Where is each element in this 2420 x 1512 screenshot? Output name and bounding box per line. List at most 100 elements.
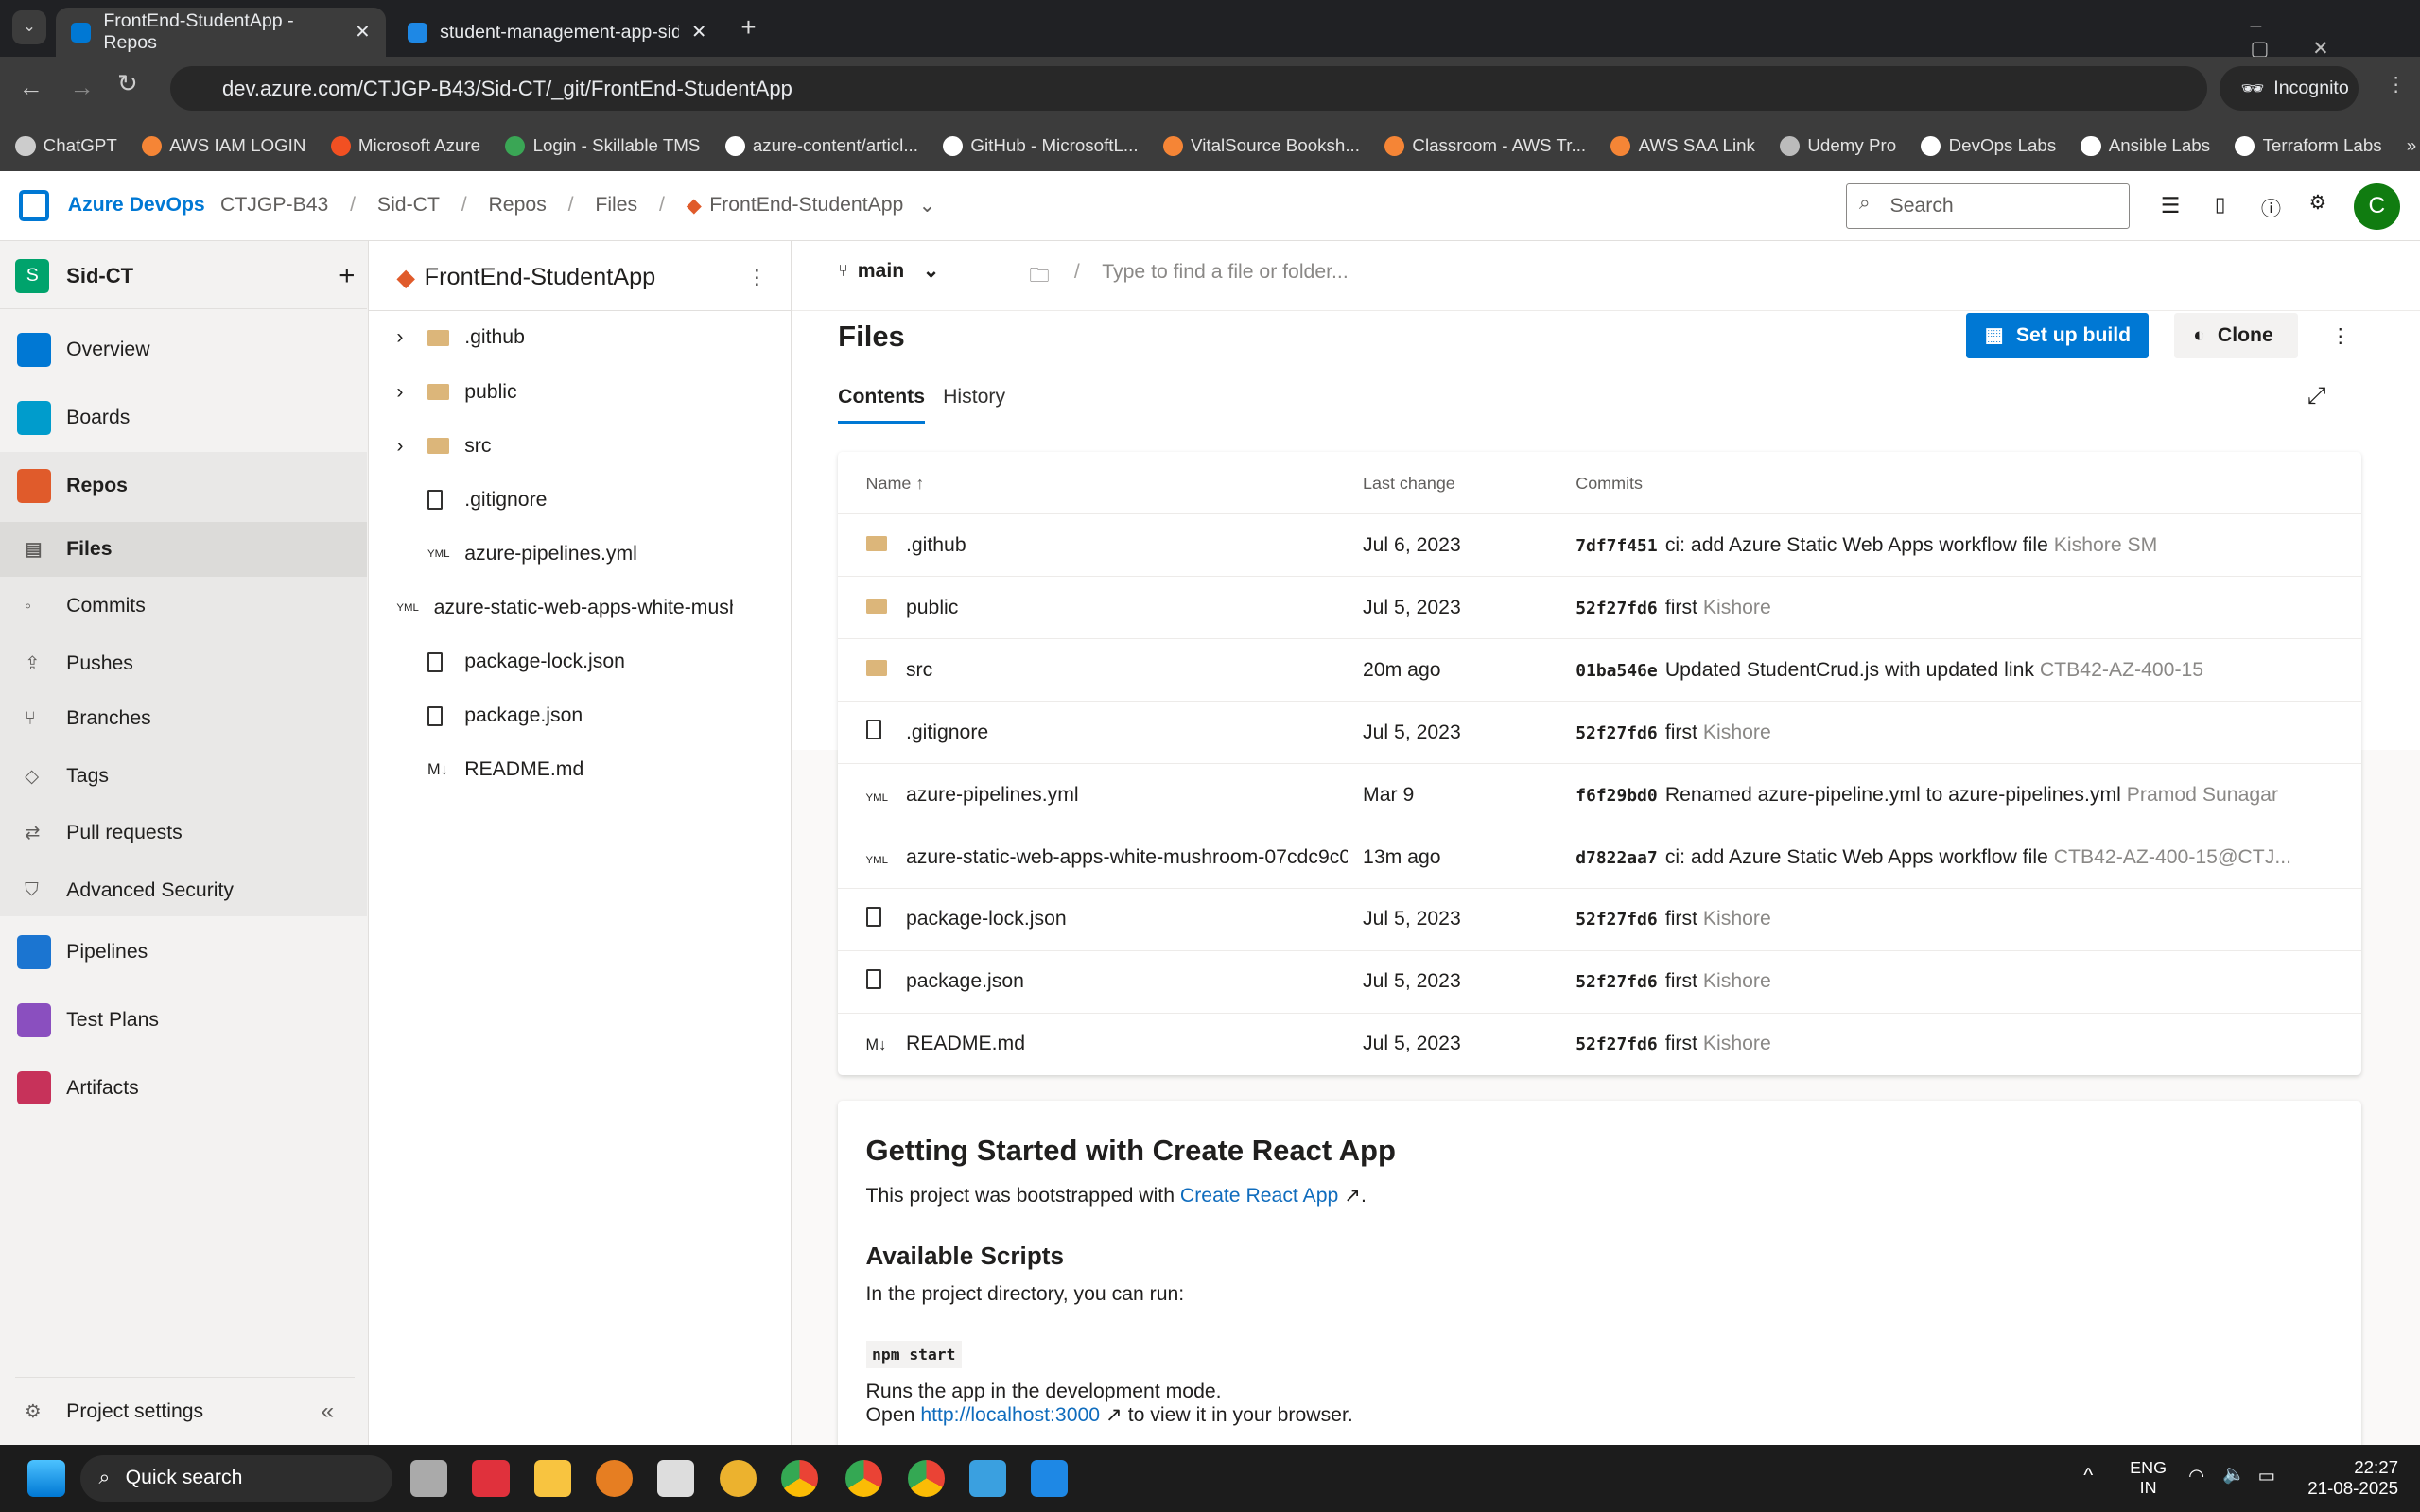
app-icon[interactable] bbox=[1031, 1459, 1069, 1498]
commit-hash-link[interactable]: 52f27fd6 bbox=[1576, 972, 1657, 992]
bookmark-item[interactable]: Udemy Pro bbox=[1780, 135, 1896, 156]
notepad-icon[interactable] bbox=[968, 1459, 1007, 1498]
table-row[interactable]: M↓ README.md Jul 5, 2023 52f27fd6 first K… bbox=[838, 1012, 2361, 1075]
chevron-right-icon[interactable]: › bbox=[396, 381, 427, 404]
chrome-icon[interactable] bbox=[845, 1459, 883, 1498]
commit-hash-link[interactable]: 52f27fd6 bbox=[1576, 599, 1657, 618]
table-row[interactable]: package.json Jul 5, 2023 52f27fd6 first K… bbox=[838, 949, 2361, 1013]
slack-icon[interactable] bbox=[719, 1459, 757, 1498]
browser-tab[interactable]: student-management-app-sidh ✕ bbox=[392, 8, 723, 57]
clone-button[interactable]: ◐ Clone bbox=[2174, 313, 2299, 358]
set-up-build-button[interactable]: ▦ Set up build bbox=[1966, 313, 2149, 358]
bookmark-item[interactable]: Login - Skillable TMS bbox=[505, 135, 700, 156]
nav-item-pushes[interactable]: ⇪ Pushes bbox=[0, 635, 367, 691]
app-icon[interactable] bbox=[595, 1459, 634, 1498]
search-input[interactable]: ⌕ Search bbox=[1845, 183, 2131, 229]
file-explorer-icon[interactable] bbox=[533, 1459, 571, 1498]
bookmark-item[interactable]: Microsoft Azure bbox=[330, 135, 480, 156]
file-name-link[interactable]: package-lock.json bbox=[906, 908, 1348, 930]
commit-hash-link[interactable]: d7822aa7 bbox=[1576, 848, 1657, 868]
collapse-nav-icon[interactable]: « bbox=[321, 1399, 334, 1425]
snipping-tool-icon[interactable] bbox=[657, 1459, 695, 1498]
more-bookmarks-icon[interactable]: » bbox=[2407, 135, 2416, 156]
marketplace-icon[interactable]: ▯ bbox=[2215, 193, 2226, 217]
nav-item-boards[interactable]: Boards bbox=[0, 391, 367, 446]
nav-item-commits[interactable]: ◦ Commits bbox=[0, 579, 367, 634]
nav-item-branches[interactable]: ⑂ Branches bbox=[0, 691, 367, 747]
create-react-app-link[interactable]: Create React App bbox=[1180, 1185, 1338, 1207]
file-name-link[interactable]: azure-pipelines.yml bbox=[906, 784, 1348, 807]
project-settings-link[interactable]: ⚙ Project settings « bbox=[0, 1384, 367, 1440]
nav-item-files[interactable]: ▤ Files bbox=[0, 521, 368, 578]
chevron-down-icon[interactable]: ⌄ bbox=[919, 194, 936, 217]
bookmark-item[interactable]: DevOps Labs bbox=[1921, 135, 2056, 156]
commit-hash-link[interactable]: 52f27fd6 bbox=[1576, 723, 1657, 743]
breadcrumb-org[interactable]: CTJGP-B43 bbox=[220, 194, 328, 217]
bookmark-item[interactable]: azure-content/articl... bbox=[724, 135, 918, 156]
nav-item-advanced-security[interactable]: ⛉ Advanced Security bbox=[0, 862, 367, 918]
chevron-up-icon[interactable]: ^ bbox=[2083, 1465, 2093, 1487]
localhost-link[interactable]: http://localhost:3000 bbox=[920, 1404, 1100, 1426]
more-options-icon[interactable]: ⋮ bbox=[747, 266, 767, 289]
commit-hash-link[interactable]: 01ba546e bbox=[1576, 661, 1657, 681]
bookmark-item[interactable]: Terraform Labs bbox=[2235, 135, 2382, 156]
commit-hash-link[interactable]: f6f29bd0 bbox=[1576, 786, 1657, 806]
close-tab-icon[interactable]: ✕ bbox=[691, 21, 706, 43]
browser-tab-active[interactable]: FrontEnd-StudentApp - Repos ✕ bbox=[55, 8, 386, 58]
nav-item-overview[interactable]: Overview bbox=[0, 322, 367, 378]
file-name-link[interactable]: README.md bbox=[906, 1033, 1348, 1055]
new-tab-button[interactable]: + bbox=[740, 12, 756, 43]
column-name[interactable]: Name ↑ bbox=[866, 474, 925, 494]
bookmark-item[interactable]: Classroom - AWS Tr... bbox=[1384, 135, 1586, 156]
bookmark-item[interactable]: ChatGPT bbox=[15, 135, 117, 156]
close-tab-icon[interactable]: ✕ bbox=[355, 21, 370, 43]
add-icon[interactable]: + bbox=[339, 260, 355, 292]
table-row[interactable]: public Jul 5, 2023 52f27fd6 first Kishore bbox=[838, 576, 2361, 638]
chrome-icon[interactable] bbox=[907, 1459, 945, 1498]
nav-item-artifacts[interactable]: Artifacts bbox=[0, 1060, 367, 1116]
branch-selector[interactable]: ⑂ main ⌄ bbox=[838, 259, 939, 283]
file-name-link[interactable]: azure-static-web-apps-white-mushroom-07c… bbox=[906, 846, 1348, 869]
table-row[interactable]: YML azure-static-web-apps-white-mushroom… bbox=[838, 826, 2361, 888]
quick-search[interactable]: ⌕ Quick search bbox=[79, 1454, 392, 1502]
tree-item[interactable]: › public bbox=[369, 369, 733, 415]
table-row[interactable]: .github Jul 6, 2023 7df7f451 ci: add Azur… bbox=[838, 513, 2361, 576]
help-icon[interactable]: ⓘ bbox=[2261, 193, 2281, 222]
task-view-icon[interactable] bbox=[410, 1459, 448, 1498]
start-icon[interactable] bbox=[27, 1459, 65, 1498]
expand-icon[interactable]: ⤢ bbox=[2307, 383, 2326, 409]
table-row[interactable]: package-lock.json Jul 5, 2023 52f27fd6 fi… bbox=[838, 888, 2361, 950]
tree-item[interactable]: .gitignore bbox=[369, 477, 733, 523]
nav-item-test-plans[interactable]: Test Plans bbox=[0, 992, 367, 1048]
path-input[interactable]: Type to find a file or folder... bbox=[1102, 261, 1348, 284]
window-controls[interactable]: –▢✕ bbox=[2250, 14, 2420, 61]
url-input[interactable]: dev.azure.com/CTJGP-B43/Sid-CT/_git/Fron… bbox=[169, 66, 2207, 112]
bookmark-item[interactable]: VitalSource Booksh... bbox=[1162, 135, 1360, 156]
file-name-link[interactable]: package.json bbox=[906, 970, 1348, 993]
table-row[interactable]: YML azure-pipelines.yml Mar 9 f6f29bd0 Re… bbox=[838, 763, 2361, 826]
nav-item-pull-requests[interactable]: ⇄ Pull requests bbox=[0, 806, 367, 861]
user-settings-icon[interactable]: ⚙ bbox=[2308, 191, 2326, 215]
tree-item[interactable]: YML azure-pipelines.yml bbox=[369, 530, 733, 577]
bookmark-item[interactable]: AWS IAM LOGIN bbox=[141, 135, 305, 156]
breadcrumb-repo[interactable]: FrontEnd-StudentApp bbox=[709, 194, 903, 217]
chevron-right-icon[interactable]: › bbox=[396, 435, 427, 458]
tree-item[interactable]: YMLazure-static-web-apps-white-mushroom-… bbox=[369, 585, 733, 632]
forward-icon[interactable]: → bbox=[69, 73, 94, 102]
bookmark-item[interactable]: GitHub - MicrosoftL... bbox=[943, 135, 1139, 156]
wifi-icon[interactable]: ◠ bbox=[2188, 1465, 2204, 1487]
tree-item[interactable]: › src bbox=[369, 423, 733, 469]
work-items-icon[interactable]: ☰ bbox=[2161, 193, 2180, 218]
file-name-link[interactable]: src bbox=[906, 659, 1348, 682]
menu-icon[interactable]: ⋮ bbox=[2386, 73, 2406, 96]
volume-icon[interactable]: 🔈 bbox=[2222, 1463, 2245, 1486]
more-options-icon[interactable]: ⋮ bbox=[2330, 324, 2350, 348]
incognito-badge[interactable]: 🕶 Incognito bbox=[2219, 66, 2359, 112]
repo-title[interactable]: ◆ FrontEnd-StudentApp ⋮ bbox=[396, 259, 767, 296]
chevron-right-icon[interactable]: › bbox=[396, 326, 427, 349]
project-header[interactable]: S Sid-CT + bbox=[15, 258, 355, 295]
nav-item-pipelines[interactable]: Pipelines bbox=[0, 925, 367, 981]
tab-search-button[interactable]: ⌄ bbox=[12, 10, 46, 45]
battery-icon[interactable]: ▭ bbox=[2258, 1465, 2276, 1487]
tree-item[interactable]: M↓ README.md bbox=[369, 747, 733, 793]
